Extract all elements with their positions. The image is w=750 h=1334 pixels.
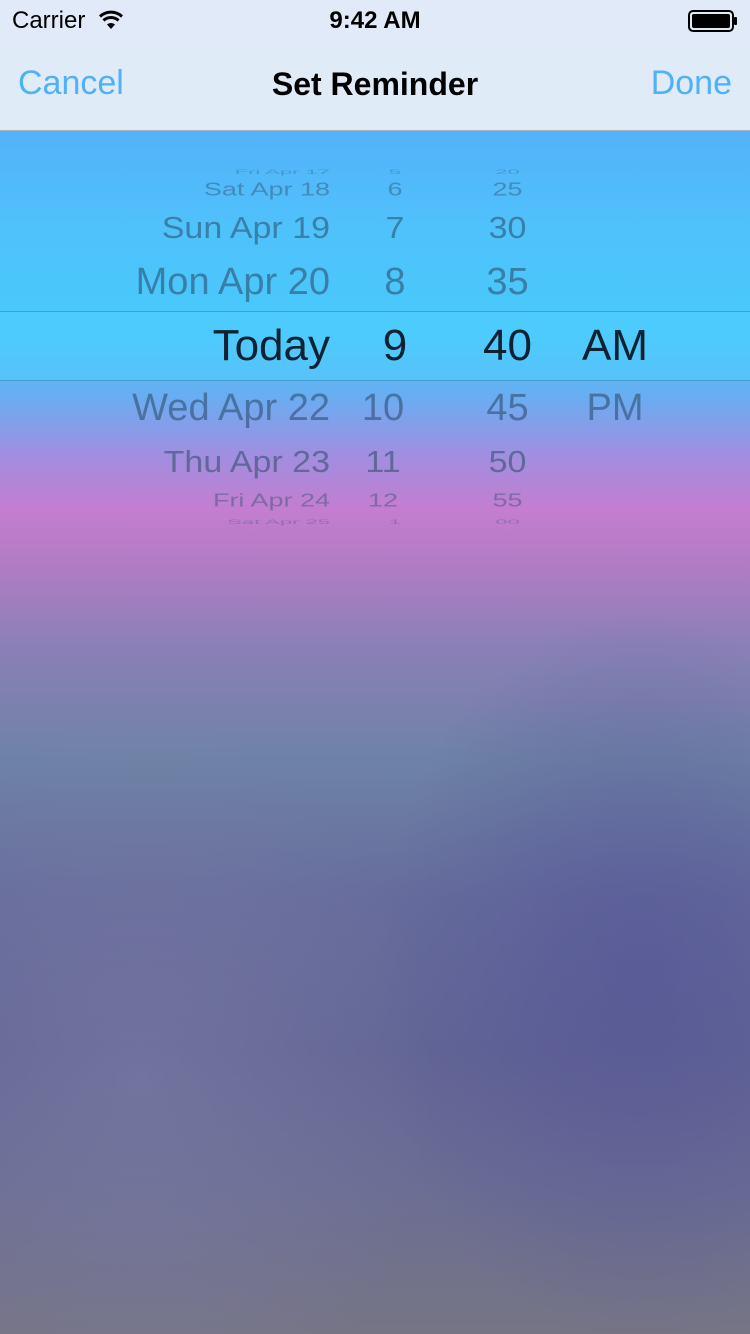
picker-row[interactable]: 30 — [455, 211, 560, 246]
picker-row[interactable]: PM — [560, 387, 670, 430]
picker-row[interactable]: Wed Apr 22 — [60, 387, 330, 430]
picker-column-date[interactable]: Fri Apr 17 Sat Apr 18 Sun Apr 19 Mon Apr… — [60, 131, 330, 531]
picker-row[interactable]: Sun Apr 19 — [60, 211, 330, 246]
picker-column-ampm[interactable]: AM PM — [560, 131, 670, 531]
picker-row[interactable]: Sat Apr 18 — [60, 179, 330, 201]
picker-row[interactable]: 00 — [455, 518, 560, 526]
picker-row[interactable]: 8 — [345, 261, 445, 304]
picker-row[interactable]: 12 — [333, 490, 433, 512]
page-title: Set Reminder — [271, 66, 479, 102]
picker-row-selected[interactable]: 9 — [345, 321, 445, 371]
picker-row[interactable]: 25 — [455, 179, 560, 201]
picker-row[interactable]: 35 — [455, 261, 560, 304]
picker-row[interactable]: 11 — [333, 445, 433, 480]
picker-row[interactable]: 55 — [455, 490, 560, 512]
picker-row-selected[interactable]: AM — [560, 321, 670, 371]
picker-row-selected[interactable]: 40 — [455, 321, 560, 371]
picker-row[interactable]: 7 — [345, 211, 445, 246]
picker-row[interactable]: Sat Apr 25 — [60, 518, 330, 526]
picker-row[interactable]: 10 — [333, 387, 433, 430]
picker-row[interactable]: 20 — [455, 168, 560, 176]
picker-row[interactable]: 45 — [455, 387, 560, 430]
picker-row[interactable]: Thu Apr 23 — [60, 445, 330, 480]
picker-row[interactable]: 6 — [345, 179, 445, 201]
picker-row[interactable]: Fri Apr 24 — [60, 490, 330, 512]
done-button[interactable]: Done — [651, 64, 732, 103]
picker-row[interactable]: 5 — [345, 168, 445, 176]
date-time-picker[interactable]: Fri Apr 17 Sat Apr 18 Sun Apr 19 Mon Apr… — [0, 131, 750, 531]
battery-icon — [688, 10, 737, 32]
picker-row-selected[interactable]: Today — [60, 321, 330, 371]
picker-row[interactable]: Mon Apr 20 — [60, 261, 330, 304]
status-bar: Carrier 9:42 AM — [0, 0, 750, 40]
picker-column-minute[interactable]: 20 25 30 35 40 45 50 55 00 — [455, 131, 560, 531]
navigation-bar: Carrier 9:42 AM Cancel Set Reminder Done — [0, 0, 750, 131]
status-time: 9:42 AM — [329, 7, 421, 34]
picker-row[interactable]: 50 — [455, 445, 560, 480]
picker-column-hour[interactable]: 5 6 7 8 9 10 11 12 1 — [345, 131, 445, 531]
picker-row[interactable]: Fri Apr 17 — [60, 168, 330, 176]
picker-row[interactable]: 1 — [345, 518, 445, 526]
